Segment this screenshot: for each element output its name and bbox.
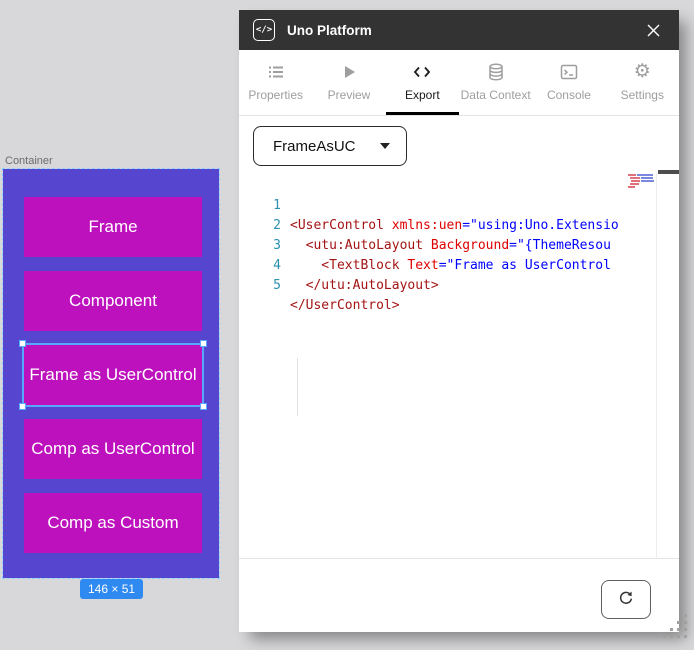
code-token: <TextBlock (290, 258, 400, 273)
uno-logo-icon: </> (253, 19, 275, 41)
tab-console[interactable]: Console (532, 50, 605, 115)
tab-data-context[interactable]: Data Context (459, 50, 532, 115)
code-token: </utu:AutoLayout> (290, 278, 439, 293)
code-editor[interactable]: 1 <UserControl xmlns:uen="using:Uno.Exte… (239, 172, 679, 558)
size-badge: 146 × 51 (80, 579, 143, 599)
console-icon (559, 61, 579, 83)
code-line: 5 </UserControl> (239, 256, 286, 276)
tab-preview[interactable]: Preview (312, 50, 385, 115)
chevron-down-icon (380, 143, 390, 149)
code-token: = (509, 238, 517, 253)
tab-label: Properties (248, 88, 303, 102)
tab-properties[interactable]: Properties (239, 50, 312, 115)
export-target-dropdown[interactable]: FrameAsUC (253, 126, 407, 166)
box-comp-as-usercontrol[interactable]: Comp as UserControl (24, 419, 202, 479)
code-token: xmlns:uen (384, 218, 462, 233)
box-label: Comp as UserControl (31, 439, 194, 459)
tab-label: Console (547, 88, 591, 102)
list-icon (266, 61, 286, 83)
code-token: "using:Uno.Extensio (470, 218, 619, 233)
titlebar: </> Uno Platform (239, 10, 679, 50)
code-line: 3 <TextBlock Text="Frame as UserControl (239, 216, 286, 236)
code-token: "Frame as UserControl (447, 258, 611, 273)
code-token: = (439, 258, 447, 273)
tabbar: Properties Preview Export (239, 50, 679, 116)
container-frame[interactable]: Frame Component Frame as UserControl Com… (3, 169, 219, 578)
box-component[interactable]: Component (24, 271, 202, 331)
window-title: Uno Platform (287, 23, 372, 38)
close-icon[interactable] (641, 18, 665, 42)
container-label: Container (5, 155, 53, 167)
box-label: Frame as UserControl (29, 365, 196, 385)
minimap (628, 174, 656, 194)
box-label: Component (69, 291, 157, 311)
resize-grip[interactable] (660, 612, 690, 645)
dropdown-value: FrameAsUC (273, 138, 356, 155)
code-line: 4 </utu:AutoLayout> (239, 236, 286, 256)
design-canvas: Container Frame Component Frame as UserC… (0, 0, 239, 650)
code-line: 1 <UserControl xmlns:uen="using:Uno.Exte… (239, 176, 286, 196)
box-frame-as-usercontrol[interactable]: Frame as UserControl (24, 345, 202, 405)
box-frame[interactable]: Frame (24, 197, 202, 257)
indent-guide (297, 358, 298, 416)
code-token: <utu:AutoLayout (290, 238, 423, 253)
database-icon (486, 61, 506, 83)
code-token: Text (400, 258, 439, 273)
refresh-button[interactable] (601, 580, 651, 619)
code-line: 2 <utu:AutoLayout Background="{ThemeReso… (239, 196, 286, 216)
tab-label: Preview (328, 88, 371, 102)
resize-handle-top-right[interactable] (200, 340, 207, 347)
box-comp-as-custom[interactable]: Comp as Custom (24, 493, 202, 553)
code-token: <UserControl (290, 218, 384, 233)
scrollbar-indicator[interactable] (658, 170, 679, 174)
minimap-gutter-line (656, 172, 657, 558)
play-icon (339, 61, 359, 83)
gear-icon: ⚙ (634, 61, 651, 83)
tab-export[interactable]: Export (386, 50, 459, 115)
refresh-icon (617, 589, 635, 610)
divider (239, 558, 679, 559)
tab-label: Settings (621, 88, 664, 102)
resize-handle-top-left[interactable] (19, 340, 26, 347)
box-label: Comp as Custom (47, 513, 178, 533)
tab-settings[interactable]: ⚙ Settings (606, 50, 679, 115)
code-icon (412, 61, 432, 83)
resize-handle-bottom-left[interactable] (19, 403, 26, 410)
code-token: = (462, 218, 470, 233)
uno-platform-window: </> Uno Platform Properties Preview (239, 10, 679, 632)
tab-label: Data Context (461, 88, 531, 102)
code-token: Background (423, 238, 509, 253)
code-token: </UserControl> (290, 298, 400, 313)
tab-label: Export (405, 88, 440, 102)
code-token: "{ThemeResou (517, 238, 611, 253)
resize-handle-bottom-right[interactable] (200, 403, 207, 410)
line-number: 5 (257, 276, 281, 296)
box-label: Frame (88, 217, 137, 237)
